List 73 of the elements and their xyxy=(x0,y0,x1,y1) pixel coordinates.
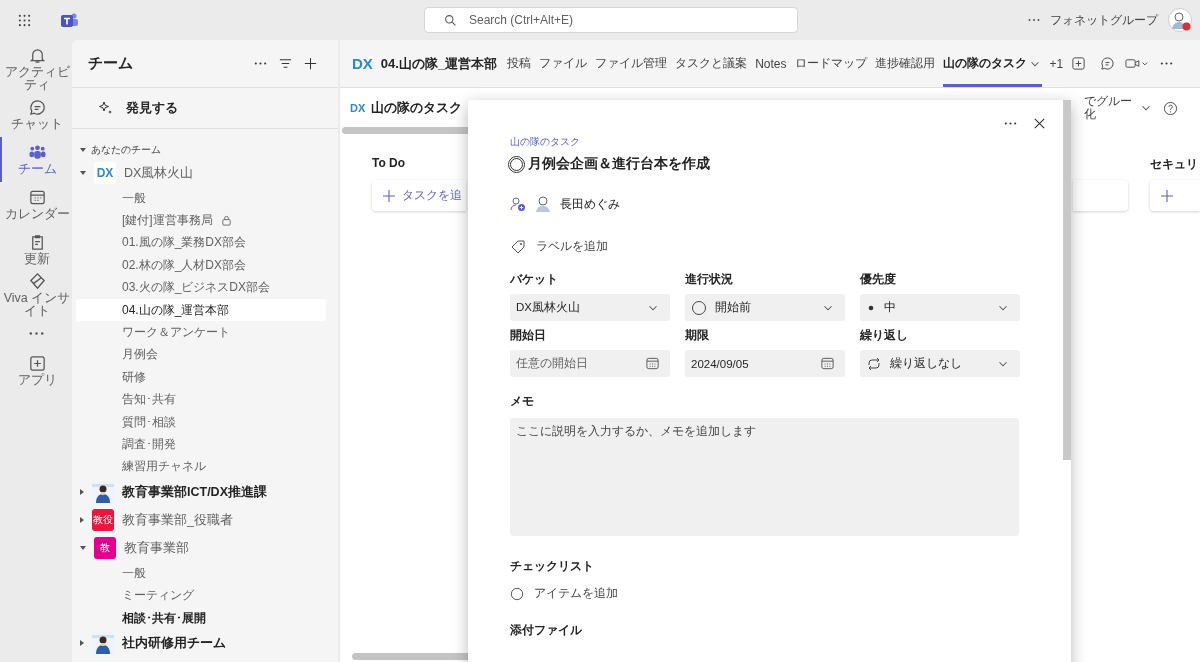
tab[interactable]: Notes xyxy=(755,40,787,87)
dropdown-field[interactable]: 中 xyxy=(860,294,1020,321)
section-label: チェックリスト xyxy=(510,558,594,575)
channel-item[interactable]: 一般 xyxy=(76,562,326,585)
add-item-button[interactable]: アイテムを追加 xyxy=(510,585,618,602)
channel-title: 04.山の隊_運営本部 xyxy=(380,54,498,73)
tab[interactable]: 山の隊のタスク xyxy=(942,40,1042,87)
section-label: 添付ファイル xyxy=(510,622,582,639)
field-label: 期限 xyxy=(685,327,710,344)
rail-item[interactable]: 更新 xyxy=(0,227,72,273)
team-avatar: 教 xyxy=(94,537,116,560)
task-title[interactable]: 月例会企画＆進行台本を作成 xyxy=(528,155,710,173)
plan-logo: DX xyxy=(350,102,366,114)
tab[interactable]: 投稿 xyxy=(507,40,532,87)
channel-item[interactable]: [鍵付]運営事務局 xyxy=(76,209,326,232)
team-item[interactable]: 教育事業部ICT/DX推進課 xyxy=(72,478,338,507)
team-logo: DX xyxy=(94,162,116,184)
add-task-button[interactable]: タスクを追 xyxy=(372,180,466,211)
field-label: バケット xyxy=(510,271,559,288)
channel-logo: DX xyxy=(352,55,373,72)
dropdown-field[interactable]: DX風林火山 xyxy=(510,294,670,321)
channel-item[interactable]: 一般 xyxy=(76,187,326,210)
field-label: 優先度 xyxy=(860,271,897,288)
tab[interactable]: 進捗確認用 xyxy=(874,40,935,87)
channel-item[interactable]: 練習用チャネル xyxy=(76,455,326,479)
plan-title: 山の隊のタスク xyxy=(371,99,463,117)
more-tabs-button[interactable]: +1 xyxy=(1049,40,1064,87)
discover-button[interactable]: 発見する xyxy=(72,88,338,129)
panel-title: チーム xyxy=(88,54,133,73)
rail-item[interactable]: アプリ xyxy=(0,348,72,394)
team-item[interactable]: 社内研修用チーム xyxy=(72,629,338,658)
dropdown-field[interactable]: 繰り返しなし xyxy=(860,350,1020,377)
section-header[interactable]: あなたのチーム xyxy=(72,141,338,159)
channel-item[interactable]: 告知･共有 xyxy=(76,388,326,411)
tab[interactable]: タスクと議案 xyxy=(675,40,748,87)
channel-item[interactable]: 月例会 xyxy=(76,343,326,367)
team-item[interactable]: 教 教育事業部 xyxy=(72,534,338,563)
rail-item[interactable]: アクティビティ xyxy=(0,46,72,93)
channel-item[interactable]: ミーティング xyxy=(76,584,326,607)
dropdown-field[interactable]: 開始前 xyxy=(685,294,845,321)
channel-item[interactable]: 調査･開発 xyxy=(76,433,326,456)
add-label-link[interactable]: ラベルを追加 xyxy=(536,238,608,255)
rail-item[interactable]: カレンダー xyxy=(0,182,72,228)
team-avatar: 教役 xyxy=(92,509,114,532)
date-field[interactable]: 2024/09/05 xyxy=(685,350,845,377)
org-name: フォネットグループ xyxy=(1050,11,1158,29)
channel-item[interactable]: 01.風の隊_業務DX部会 xyxy=(76,231,326,255)
channel-item[interactable]: 研修 xyxy=(76,366,326,389)
date-field[interactable]: 任意の開始日 xyxy=(510,350,670,377)
tab[interactable]: ファイル xyxy=(539,40,588,87)
channel-item[interactable]: 02.林の隊_人材DX部会 xyxy=(76,254,326,277)
column-title: セキュリ xyxy=(1150,156,1199,172)
tab[interactable]: ロードマップ xyxy=(794,40,867,87)
channel-item[interactable]: 相談･共有･展開 xyxy=(76,606,326,630)
section-label: メモ xyxy=(510,393,534,410)
channel-item[interactable]: 03.火の隊_ビジネスDX部会 xyxy=(76,276,326,299)
field-label: 繰り返し xyxy=(860,327,909,344)
team-item[interactable]: 教役 教育事業部_役職者 xyxy=(72,506,338,535)
field-label: 進行状況 xyxy=(685,271,734,288)
rail-item[interactable]: Viva インサイト xyxy=(0,272,72,319)
field-label: 開始日 xyxy=(510,327,547,344)
channel-item[interactable]: 04.山の隊_運営本部 xyxy=(76,298,326,322)
channel-item[interactable]: 質問･相談 xyxy=(76,410,326,434)
notes-field[interactable]: ここに説明を入力するか、メモを追加します xyxy=(510,418,1019,536)
group-by-label[interactable]: でグルー化 xyxy=(1083,95,1133,121)
team-item[interactable]: DX DX風林火山 xyxy=(72,159,338,187)
column-title: To Do xyxy=(372,156,407,172)
search-field[interactable]: Search (Ctrl+Alt+E) xyxy=(424,7,798,33)
tab[interactable]: ファイル管理 xyxy=(595,40,668,87)
assignee-name: 長田めぐみ xyxy=(560,195,620,213)
plan-link[interactable]: 山の隊のタスク xyxy=(510,135,580,149)
channel-item[interactable]: ワーク＆アンケート xyxy=(76,321,326,344)
rail-item[interactable]: チャット xyxy=(0,92,72,138)
